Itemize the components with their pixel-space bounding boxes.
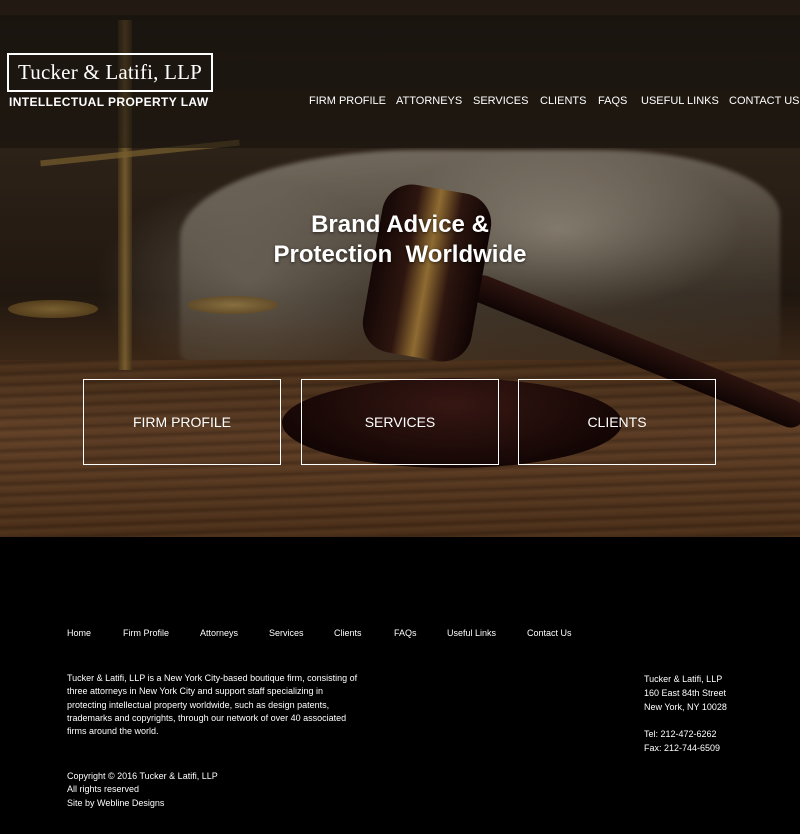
rights-text: All rights reserved (67, 784, 140, 795)
logo-text: Tucker & Latifi, LLP (17, 60, 203, 84)
about-text: Tucker & Latifi, LLP is a New York City-… (67, 672, 367, 738)
nav-faqs[interactable]: FAQS (598, 95, 627, 107)
phone-number[interactable]: Tel: 212-472-6262 (644, 727, 720, 741)
address-street: 160 East 84th Street (644, 688, 727, 698)
address-name: Tucker & Latifi, LLP (644, 674, 723, 684)
footer-link-firm-profile[interactable]: Firm Profile (123, 628, 169, 638)
nav-useful-links[interactable]: USEFUL LINKS (641, 95, 719, 107)
footer-link-useful-links[interactable]: Useful Links (447, 628, 496, 638)
footer-contact: Tel: 212-472-6262 Fax: 212-744-6509 (644, 727, 720, 755)
footer-address: Tucker & Latifi, LLP 160 East 84th Stree… (644, 672, 727, 714)
footer-link-contact-us[interactable]: Contact Us (527, 628, 572, 638)
clients-button[interactable]: CLIENTS (518, 379, 716, 465)
about-line: three attorneys in New York City and sup… (67, 686, 323, 697)
nav-attorneys[interactable]: ATTORNEYS (396, 95, 462, 107)
hero-headline: Brand Advice & Protection Worldwide (0, 210, 800, 270)
hero-headline-line2: Protection Worldwide (273, 241, 527, 268)
about-line: Tucker & Latifi, LLP is a New York City-… (67, 673, 358, 683)
footer-link-attorneys[interactable]: Attorneys (200, 628, 238, 638)
nav-firm-profile[interactable]: FIRM PROFILE (309, 95, 386, 107)
about-line: trademarks and copyrights, through our n… (67, 712, 347, 723)
copyright-text: Copyright © 2016 Tucker & Latifi, LLP (67, 771, 218, 781)
firm-profile-button[interactable]: FIRM PROFILE (83, 379, 281, 465)
logo-tagline: INTELLECTUAL PROPERTY LAW (9, 95, 209, 109)
footer-copyright: Copyright © 2016 Tucker & Latifi, LLP Al… (67, 770, 218, 810)
logo[interactable]: Tucker & Latifi, LLP (7, 53, 213, 92)
site-credit-link[interactable]: Site by Webline Designs (67, 797, 218, 810)
nav-contact-us[interactable]: CONTACT US (729, 95, 800, 107)
fax-number: Fax: 212-744-6509 (644, 743, 721, 753)
footer-link-faqs[interactable]: FAQs (394, 628, 417, 638)
footer-link-clients[interactable]: Clients (334, 628, 362, 638)
about-line: protecting intellectual property worldwi… (67, 699, 330, 710)
nav-services[interactable]: SERVICES (473, 95, 528, 107)
footer-link-services[interactable]: Services (269, 628, 304, 638)
address-city: New York, NY 10028 (644, 702, 727, 712)
about-line: firms around the world. (67, 726, 159, 737)
services-button[interactable]: SERVICES (301, 379, 499, 465)
footer-link-home[interactable]: Home (67, 628, 91, 638)
hero-headline-line1: Brand Advice & (311, 211, 489, 238)
nav-clients[interactable]: CLIENTS (540, 95, 586, 107)
